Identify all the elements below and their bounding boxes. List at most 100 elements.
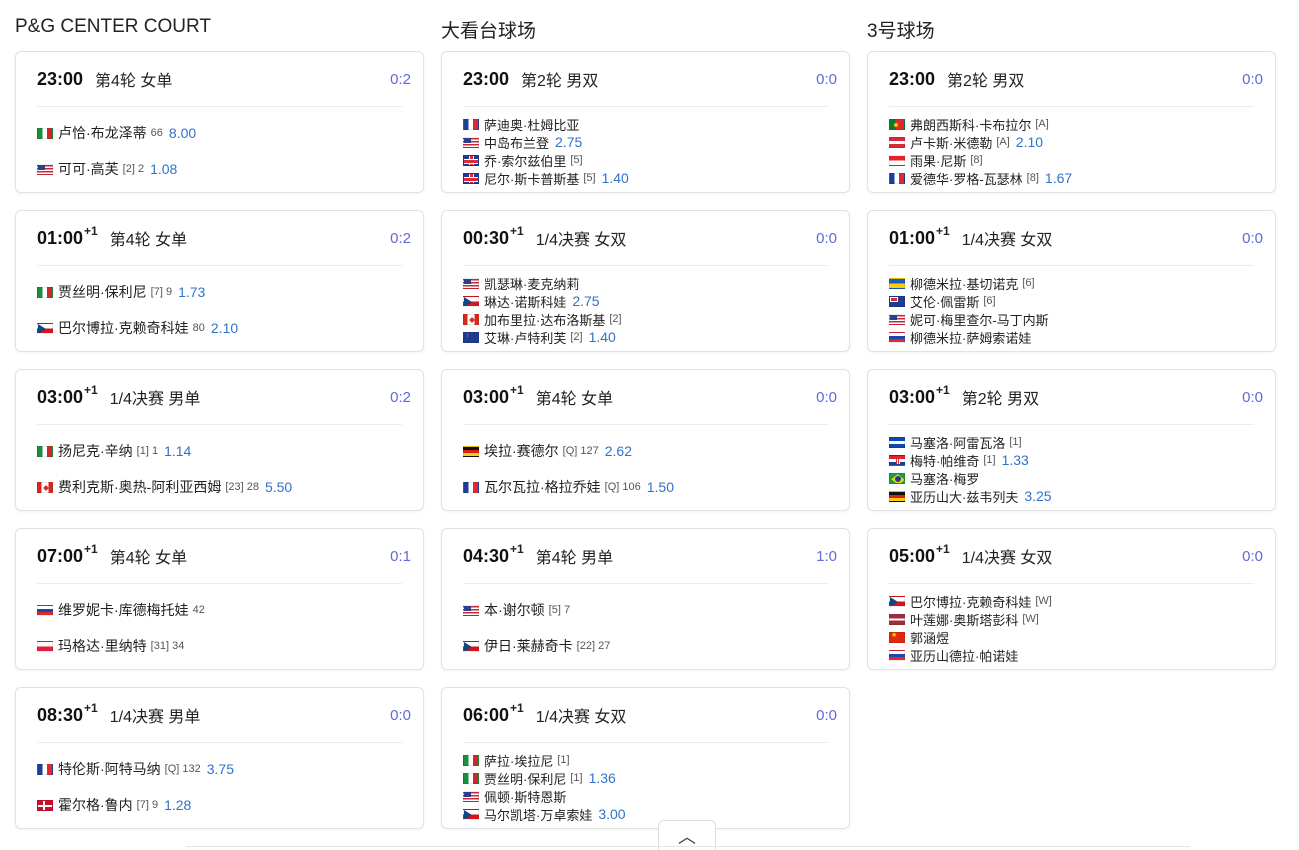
player-row[interactable]: 玛格达·里纳特 [31] 34 [37,628,402,664]
player-row[interactable]: 梅特·帕维奇 [1] 1.33 [889,451,1254,469]
player-row[interactable]: 本·谢尔顿 [5] 7 [463,592,828,628]
player-seed: [1] [570,772,583,784]
player-row[interactable]: 萨拉·埃拉尼 [1] [463,751,828,769]
match-card[interactable]: 00:30 +1 1/4决赛 女双 0:0 凯瑟琳·麦克纳莉 琳达·诺斯科娃 2.75 加布里… [441,210,850,352]
player-name: 叶莲娜·奥斯塔彭科 [910,612,1019,628]
player-odds[interactable]: 1.36 [589,770,616,786]
player-odds[interactable]: 2.75 [555,134,582,150]
match-card[interactable]: 07:00 +1 第4轮 女单 0:1 维罗妮卡·库德梅托娃 42 玛格达·里纳特 [31] … [15,528,424,670]
player-row[interactable]: 卢恰·布龙泽蒂 66 8.00 [37,115,402,151]
match-score: 0:0 [816,71,837,88]
match-card[interactable]: 01:00 +1 1/4决赛 女双 0:0 柳德米拉·基切诺克 [6] 艾伦·佩雷斯 [6] 妮… [867,210,1276,352]
match-header: 01:00 +1 第4轮 女单 0:2 [37,211,411,266]
player-odds[interactable]: 3.75 [207,761,234,777]
player-odds[interactable]: 1.73 [178,284,205,300]
player-name: 马塞洛·阿雷瓦洛 [910,435,1006,451]
player-seed: [1] 1 [136,445,159,457]
player-row[interactable]: 巴尔博拉·克赖奇科娃 [W] [889,592,1254,610]
player-row[interactable]: 艾伦·佩雷斯 [6] [889,292,1254,310]
match-card[interactable]: 03:00 +1 第2轮 男双 0:0 马塞洛·阿雷瓦洛 [1] 梅特·帕维奇 [1] 1.33… [867,369,1276,511]
player-row[interactable]: 亚历山德拉·帕诺娃 [889,646,1254,664]
player-row[interactable]: 贾丝明·保利尼 [1] 1.36 [463,769,828,787]
player-row[interactable]: 卢卡斯·米德勒 [A] 2.10 [889,133,1254,151]
player-row[interactable]: 萨迪奥·杜姆比亚 [463,115,828,133]
player-row[interactable]: 柳德米拉·基切诺克 [6] [889,274,1254,292]
match-card[interactable]: 03:00 +1 1/4决赛 男单 0:2 扬尼克·辛纳 [1] 1 1.14 费利克斯·奥热… [15,369,424,511]
player-row[interactable]: 弗朗西斯科·卡布拉尔 [A] [889,115,1254,133]
match-card[interactable]: 04:30 +1 第4轮 男单 1:0 本·谢尔顿 [5] 7 伊日·莱赫奇卡 [22] 27 [441,528,850,670]
match-card[interactable]: 23:00 第2轮 男双 0:0 萨迪奥·杜姆比亚 中岛布兰登 2.75 乔·索尔兹伯里 [5… [441,51,850,193]
player-row[interactable]: 叶莲娜·奥斯塔彭科 [W] [889,610,1254,628]
flag-icon [463,640,479,652]
player-row[interactable]: 尼尔·斯卡普斯基 [5] 1.40 [463,169,828,187]
player-row[interactable]: 瓦尔瓦拉·格拉乔娃 [Q] 106 1.50 [463,469,828,505]
player-row[interactable]: 埃拉·赛德尔 [Q] 127 2.62 [463,433,828,469]
player-row[interactable]: 凯瑟琳·麦克纳莉 [463,274,828,292]
player-odds[interactable]: 8.00 [169,125,196,141]
player-row[interactable]: 琳达·诺斯科娃 2.75 [463,292,828,310]
player-odds[interactable]: 1.08 [150,161,177,177]
player-name: 萨迪奥·杜姆比亚 [484,117,580,133]
player-row[interactable]: 巴尔博拉·克赖奇科娃 80 2.10 [37,310,402,346]
match-card[interactable]: 06:00 +1 1/4决赛 女双 0:0 萨拉·埃拉尼 [1] 贾丝明·保利尼 [1] 1.3… [441,687,850,829]
player-row[interactable]: 霍尔格·鲁内 [7] 9 1.28 [37,787,402,823]
player-row[interactable]: 柳德米拉·萨姆索诺娃 [889,328,1254,346]
player-row[interactable]: 乔·索尔兹伯里 [5] [463,151,828,169]
player-odds[interactable]: 2.62 [605,443,632,459]
players-list: 贾丝明·保利尼 [7] 9 1.73 巴尔博拉·克赖奇科娃 80 2.10 [37,266,402,346]
player-name: 瓦尔瓦拉·格拉乔娃 [484,479,601,495]
player-odds[interactable]: 1.40 [589,329,616,345]
player-row[interactable]: 扬尼克·辛纳 [1] 1 1.14 [37,433,402,469]
player-row[interactable]: 亚历山大·兹韦列夫 3.25 [889,487,1254,505]
player-row[interactable]: 佩顿·斯特恩斯 [463,787,828,805]
player-odds[interactable]: 3.25 [1024,488,1051,504]
player-seed: [A] [1035,118,1049,130]
player-odds[interactable]: 2.10 [211,320,238,336]
match-card[interactable]: 01:00 +1 第4轮 女单 0:2 贾丝明·保利尼 [7] 9 1.73 巴尔博拉·克赖奇… [15,210,424,352]
match-round: 第4轮 女单 [109,550,188,567]
player-row[interactable]: 马塞洛·阿雷瓦洛 [1] [889,433,1254,451]
match-card[interactable]: 03:00 +1 第4轮 女单 0:0 埃拉·赛德尔 [Q] 127 2.62 瓦尔瓦拉·格拉… [441,369,850,511]
match-card[interactable]: 08:30 +1 1/4决赛 男单 0:0 特伦斯·阿特马纳 [Q] 132 3.75 霍尔格… [15,687,424,829]
player-name: 雨果·尼斯 [910,153,967,169]
player-odds[interactable]: 1.40 [602,170,629,186]
player-row[interactable]: 贾丝明·保利尼 [7] 9 1.73 [37,274,402,310]
match-card[interactable]: 23:00 第2轮 男双 0:0 弗朗西斯科·卡布拉尔 [A] 卢卡斯·米德勒 [A] 2.1… [867,51,1276,193]
player-odds[interactable]: 2.10 [1016,134,1043,150]
flag-icon [463,136,479,148]
player-row[interactable]: 维罗妮卡·库德梅托娃 42 [37,592,402,628]
player-row[interactable]: 马塞洛·梅罗 [889,469,1254,487]
player-seed: [22] 27 [576,640,611,652]
match-card[interactable]: 23:00 第4轮 女单 0:2 卢恰·布龙泽蒂 66 8.00 可可·高芙 [2] 2 1.0… [15,51,424,193]
player-odds[interactable]: 1.14 [164,443,191,459]
player-odds[interactable]: 1.67 [1045,170,1072,186]
match-time: 01:00 [889,227,936,248]
player-odds[interactable]: 1.28 [164,797,191,813]
match-time: 23:00 [463,68,510,89]
player-row[interactable]: 艾琳·卢特利芙 [2] 1.40 [463,328,828,346]
player-odds[interactable]: 2.75 [572,293,599,309]
player-odds[interactable]: 5.50 [265,479,292,495]
player-row[interactable]: 妮可·梅里查尔-马丁内斯 [889,310,1254,328]
match-header: 08:30 +1 1/4决赛 男单 0:0 [37,688,411,743]
court-title: 3号球场 [867,21,935,42]
player-row[interactable]: 中岛布兰登 2.75 [463,133,828,151]
player-row[interactable]: 雨果·尼斯 [8] [889,151,1254,169]
player-row[interactable]: 爱德华·罗格-瓦瑟林 [8] 1.67 [889,169,1254,187]
flag-icon [463,481,479,493]
player-row[interactable]: 伊日·莱赫奇卡 [22] 27 [463,628,828,664]
player-row[interactable]: 费利克斯·奥热-阿利亚西姆 [23] 28 5.50 [37,469,402,505]
match-header: 00:30 +1 1/4决赛 女双 0:0 [463,211,837,266]
player-row[interactable]: 加布里拉·达布洛斯基 [2] [463,310,828,328]
player-row[interactable]: 郭涵煜 [889,628,1254,646]
player-row[interactable]: 可可·高芙 [2] 2 1.08 [37,151,402,187]
next-day-marker: +1 [84,224,98,238]
match-header: 03:00 +1 1/4决赛 男单 0:2 [37,370,411,425]
match-header: 05:00 +1 1/4决赛 女双 0:0 [889,529,1263,584]
player-row[interactable]: 特伦斯·阿特马纳 [Q] 132 3.75 [37,751,402,787]
player-odds[interactable]: 1.33 [1002,452,1029,468]
match-card[interactable]: 05:00 +1 1/4决赛 女双 0:0 巴尔博拉·克赖奇科娃 [W] 叶莲娜·奥斯塔彭科… [867,528,1276,670]
player-row[interactable]: 马尔凯塔·万卓索娃 3.00 [463,805,828,823]
player-odds[interactable]: 3.00 [598,806,625,822]
player-odds[interactable]: 1.50 [647,479,674,495]
